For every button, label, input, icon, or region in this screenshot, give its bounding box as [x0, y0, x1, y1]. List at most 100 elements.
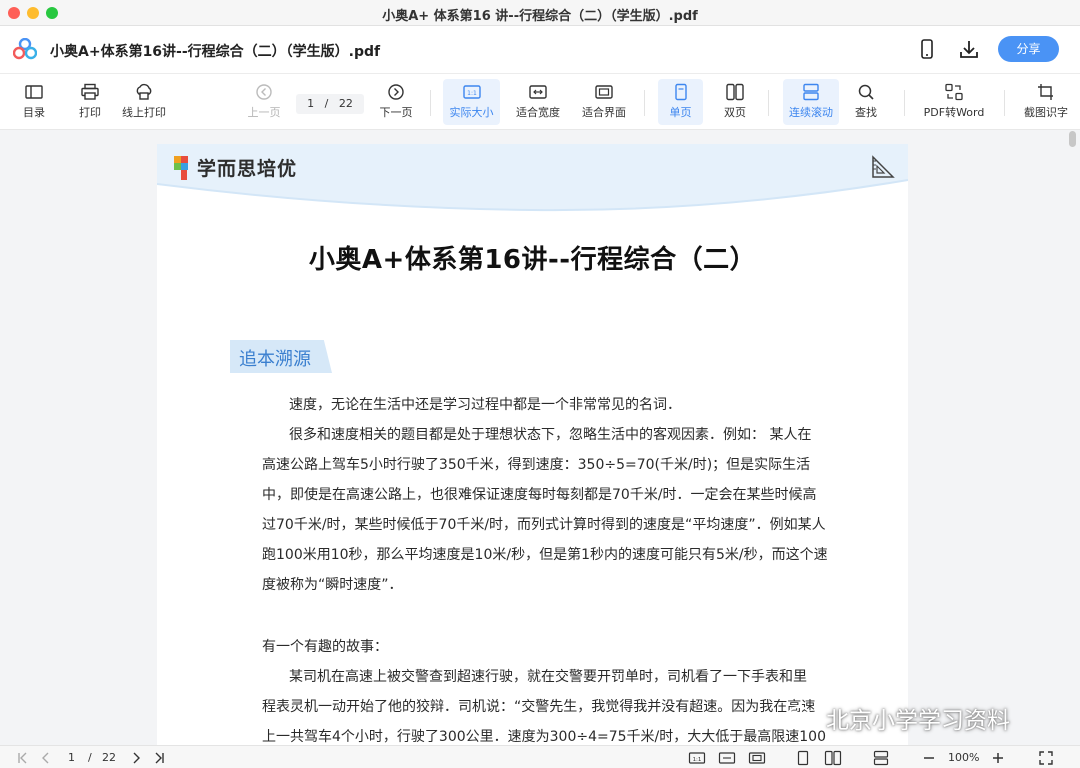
double-page-button[interactable]: 双页 — [714, 79, 756, 125]
status-bar: 1 / 22 1:1 100% — [0, 745, 1080, 768]
fit-width-button[interactable]: 适合宽度 — [511, 79, 565, 125]
page-separator: / — [324, 97, 329, 110]
single-page-label: 单页 — [669, 106, 692, 119]
watermark-text: 北京小学学习资料 — [826, 708, 1010, 734]
actual-size-icon: 1:1 — [462, 85, 481, 99]
download-icon[interactable] — [958, 38, 980, 60]
fit-page-button[interactable]: 适合界面 — [577, 79, 631, 125]
next-page-small-button[interactable] — [130, 750, 142, 766]
status-total-pages: 22 — [102, 751, 116, 764]
toc-icon — [25, 85, 43, 99]
online-print-label: 线上打印 — [122, 106, 166, 119]
status-continuous-button[interactable] — [872, 750, 890, 766]
toc-button[interactable]: 目录 — [16, 79, 52, 125]
scrollbar-thumb[interactable] — [1069, 131, 1076, 147]
zoom-out-button[interactable] — [922, 750, 936, 766]
first-page-button[interactable] — [16, 750, 30, 766]
prev-page-label: 上一页 — [247, 106, 281, 119]
double-page-icon — [726, 83, 744, 101]
app-header: 小奥A+体系第16讲--行程综合（二）（学生版）.pdf 分享 — [0, 26, 1080, 74]
zoom-in-button[interactable] — [991, 750, 1005, 766]
plus-icon — [993, 753, 1003, 763]
ocr-button[interactable]: 截图识字 — [1019, 79, 1073, 125]
body-line: 速度，无论在生活中还是学习过程中都是一个非常常见的名词． — [289, 397, 681, 413]
last-page-icon — [155, 752, 164, 764]
status-current-page[interactable]: 1 — [68, 750, 75, 766]
toolbar-divider — [768, 90, 769, 116]
chevron-right-circle-icon — [388, 84, 404, 100]
fit-width-label: 适合宽度 — [516, 106, 560, 119]
svg-text:1:1: 1:1 — [693, 757, 702, 763]
printer-icon — [81, 83, 99, 100]
single-page-small-icon — [797, 750, 809, 766]
window-titlebar: 小奥A+ 体系第16 讲--行程综合（二）（学生版）.pdf — [0, 0, 1080, 26]
app-logo-icon — [13, 38, 37, 60]
prev-page-small-button[interactable] — [40, 750, 52, 766]
print-button[interactable]: 打印 — [72, 79, 108, 125]
body-line: 高速公路上驾车5小时行驶了350千米，得到速度：350÷5=70(千米/时)；但… — [262, 457, 811, 473]
toolbar-divider — [904, 90, 905, 116]
first-page-icon — [18, 752, 27, 764]
triangle-ruler-icon — [872, 155, 895, 178]
next-page-label: 下一页 — [379, 106, 413, 119]
body-line: 中，即使是在高速公路上，也很难保证速度每时每刻都是70千米/时．一定会在某些时候… — [262, 487, 817, 503]
mobile-device-icon[interactable] — [916, 38, 938, 60]
continuous-scroll-icon — [803, 83, 819, 101]
fullscreen-icon — [1039, 751, 1053, 765]
online-print-button[interactable]: 线上打印 — [118, 79, 170, 125]
crop-icon — [1038, 84, 1053, 100]
single-page-icon — [674, 83, 687, 101]
pdf-to-word-label: PDF转Word — [923, 106, 985, 119]
actual-size-label: 实际大小 — [449, 106, 494, 119]
toolbar-divider — [1004, 90, 1005, 116]
search-icon — [858, 84, 874, 100]
share-button[interactable]: 分享 — [998, 36, 1059, 62]
fit-width-icon — [529, 85, 547, 99]
zoom-level[interactable]: 100% — [948, 750, 979, 766]
double-page-small-icon — [824, 750, 842, 766]
body-line: 过70千米/时，某些时候低于70千米/时，而列式计算时得到的速度是“平均速度”．… — [262, 517, 826, 533]
status-double-page-button[interactable] — [824, 750, 842, 766]
single-page-button[interactable]: 单页 — [658, 79, 703, 125]
cloud-print-icon — [136, 83, 152, 100]
continuous-scroll-button[interactable]: 连续滚动 — [783, 79, 839, 125]
section-heading: 追本溯源 — [230, 340, 332, 373]
fullscreen-button[interactable] — [1038, 750, 1054, 766]
document-title: 小奥A+体系第16讲--行程综合（二）（学生版）.pdf — [50, 44, 381, 60]
ocr-label: 截图识字 — [1024, 106, 1068, 119]
page-title: 小奥A+体系第16讲--行程综合（二） — [308, 245, 757, 275]
page-number-input[interactable]: 1 / 22 — [296, 94, 364, 114]
last-page-button[interactable] — [152, 750, 166, 766]
current-page: 1 — [307, 97, 315, 110]
total-pages: 22 — [338, 97, 353, 110]
status-single-page-button[interactable] — [795, 750, 811, 766]
double-page-label: 双页 — [724, 106, 746, 119]
status-actual-size-button[interactable]: 1:1 — [688, 750, 706, 766]
fit-page-small-icon — [748, 752, 766, 764]
find-button[interactable]: 查找 — [848, 79, 884, 125]
toolbar-divider — [644, 90, 645, 116]
chevron-right-icon — [133, 752, 140, 764]
status-page-separator: / — [88, 751, 92, 764]
body-line: 上一共驾车4个小时，行驶了300公里．速度为300÷4=75千米/时，大大低于最… — [262, 729, 826, 745]
actual-size-button[interactable]: 1:1 实际大小 — [443, 79, 500, 125]
status-fit-width-button[interactable] — [718, 750, 736, 766]
body-line: 程表灵机一动开始了他的狡辩．司机说：“交警先生，我觉得我并没有超速。因为我在高速 — [262, 699, 816, 715]
pdf-to-word-button[interactable]: PDF转Word — [920, 79, 988, 125]
continuous-scroll-label: 连续滚动 — [789, 106, 833, 119]
chevron-left-icon — [42, 752, 49, 764]
status-fit-page-button[interactable] — [748, 750, 766, 766]
window-title: 小奥A+ 体系第16 讲--行程综合（二）（学生版）.pdf — [382, 9, 698, 24]
wechat-icon — [787, 706, 818, 731]
brand-logo-icon — [174, 156, 188, 180]
pdf-page: 学而思培优 小奥A+体系第16讲--行程综合（二） 追本溯源 速度，无论在生活中… — [157, 144, 908, 745]
convert-icon — [945, 83, 963, 101]
prev-page-button[interactable]: 上一页 — [244, 79, 284, 125]
brand-name: 学而思培优 — [197, 158, 298, 180]
fit-width-small-icon — [718, 752, 736, 764]
next-page-button[interactable]: 下一页 — [376, 79, 416, 125]
actual-size-small-icon: 1:1 — [688, 752, 706, 764]
body-line: 很多和速度相关的题目都是处于理想状态下，忽略生活中的客观因素．例如： 某人在 — [289, 427, 812, 443]
vertical-scrollbar[interactable] — [1064, 130, 1080, 745]
document-viewport[interactable]: 学而思培优 小奥A+体系第16讲--行程综合（二） 追本溯源 速度，无论在生活中… — [0, 130, 1080, 745]
